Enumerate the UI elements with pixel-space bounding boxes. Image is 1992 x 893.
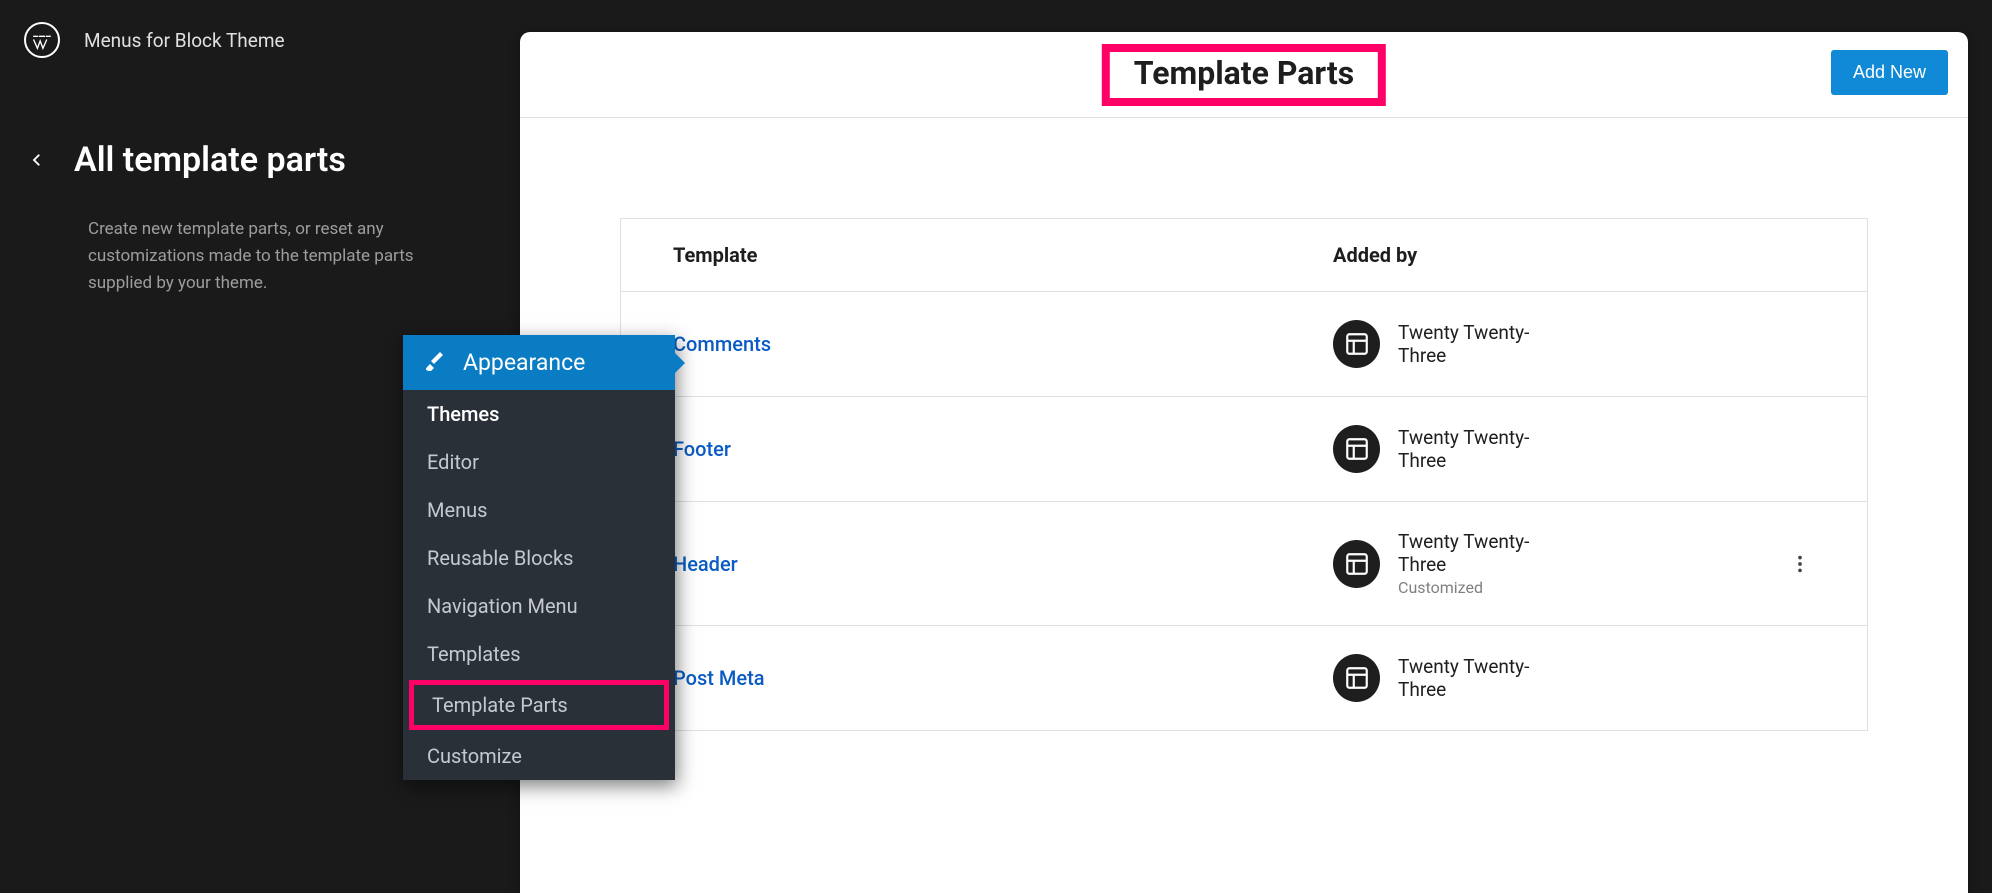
flyout-item[interactable]: Reusable Blocks [403,534,675,582]
table-header-row: Template Added by [621,219,1867,292]
theme-layout-icon [1333,425,1380,473]
theme-layout-icon [1333,320,1380,368]
template-link[interactable]: Post Meta [673,666,765,690]
page-title: Template Parts [1134,54,1354,92]
column-header-added-by: Added by [1333,243,1815,267]
side-panel-header: All template parts [28,140,430,180]
customized-label: Customized [1398,578,1574,597]
row-actions-icon[interactable] [1785,549,1815,579]
side-panel-description: Create new template parts, or reset any … [88,216,430,298]
flyout-item[interactable]: Themes [403,390,675,438]
added-by-theme-name: Twenty Twenty-Three [1398,321,1574,367]
theme-layout-icon [1333,540,1380,588]
template-link[interactable]: Footer [673,437,731,461]
page-title-highlight: Template Parts [1102,44,1386,106]
added-by-theme-name: Twenty Twenty-Three [1398,426,1574,472]
back-chevron-icon[interactable] [28,151,46,169]
flyout-item[interactable]: Templates [403,630,675,678]
table-row: Post Meta Twenty Twenty-Three [621,626,1867,730]
wordpress-logo-icon[interactable] [24,22,60,58]
add-new-button[interactable]: Add New [1831,50,1948,95]
column-header-template: Template [673,243,1333,267]
added-by-cell: Twenty Twenty-Three [1333,654,1574,702]
appearance-flyout-menu: Appearance ThemesEditorMenusReusable Blo… [403,335,675,780]
table-row: Footer Twenty Twenty-Three [621,397,1867,502]
main-panel: Template Parts Add New Template Added by… [520,32,1968,893]
added-by-cell: Twenty Twenty-Three [1333,320,1574,368]
flyout-item[interactable]: Template Parts [409,680,669,730]
main-header: Template Parts Add New [520,32,1968,118]
template-parts-table: Template Added by Comments Twenty Twenty-… [620,218,1868,731]
template-link[interactable]: Header [673,552,738,576]
added-by-cell: Twenty Twenty-Three Customized [1333,530,1574,597]
side-panel: All template parts Create new template p… [0,80,520,298]
side-panel-title: All template parts [74,140,346,180]
table-row: Header Twenty Twenty-Three Customized [621,502,1867,626]
flyout-item[interactable]: Customize [403,732,675,780]
template-link[interactable]: Comments [673,332,771,356]
flyout-header-label: Appearance [463,349,585,376]
site-title[interactable]: Menus for Block Theme [84,29,285,52]
added-by-theme-name: Twenty Twenty-Three [1398,655,1574,701]
flyout-header-appearance[interactable]: Appearance [403,335,675,390]
table-row: Comments Twenty Twenty-Three [621,292,1867,397]
flyout-item[interactable]: Menus [403,486,675,534]
paintbrush-icon [423,351,447,375]
added-by-theme-name: Twenty Twenty-Three [1398,530,1574,576]
flyout-item[interactable]: Editor [403,438,675,486]
flyout-item[interactable]: Navigation Menu [403,582,675,630]
theme-layout-icon [1333,654,1380,702]
added-by-cell: Twenty Twenty-Three [1333,425,1574,473]
